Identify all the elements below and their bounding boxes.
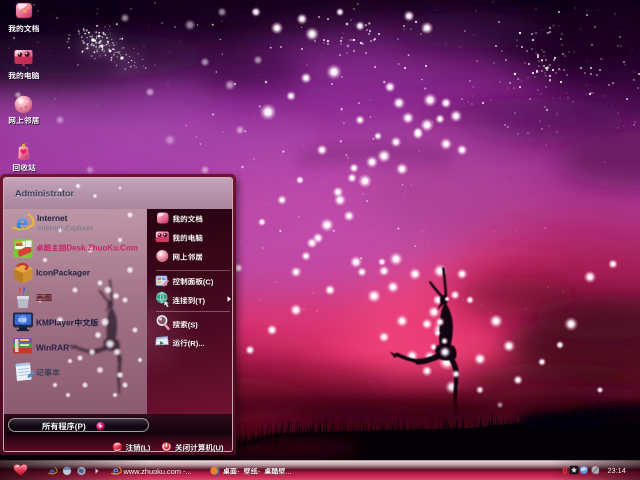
svg-text:KMPlayer: KMPlayer (36, 318, 75, 328)
svg-text:(S): (S) (188, 320, 199, 329)
svg-text:Internet Explorer: Internet Explorer (37, 223, 94, 232)
svg-text:src: src (16, 242, 23, 247)
svg-text:(C): (C) (203, 277, 214, 286)
svg-text:e: e (113, 466, 119, 478)
svg-text:KM: KM (18, 318, 26, 324)
svg-text:Internet: Internet (37, 213, 68, 223)
svg-text:23:14: 23:14 (608, 466, 626, 475)
svg-text:Desk.ZhuoKu.Com: Desk.ZhuoKu.Com (66, 244, 138, 253)
svg-text:...: ... (285, 467, 291, 476)
svg-text:e: e (50, 465, 55, 476)
svg-text:WinRAR: WinRAR (36, 342, 69, 352)
svg-text:(L): (L) (141, 443, 151, 452)
svg-text:(U): (U) (213, 443, 224, 452)
svg-text:(P): (P) (75, 422, 86, 431)
svg-text:(R)...: (R)... (188, 339, 205, 348)
svg-text:Administrator: Administrator (15, 189, 75, 199)
svg-text:(T): (T) (195, 296, 205, 305)
svg-text:e: e (16, 210, 28, 235)
svg-text:www.zhuoku.com -...: www.zhuoku.com -... (123, 467, 192, 476)
svg-text:IconPackager: IconPackager (36, 268, 91, 278)
